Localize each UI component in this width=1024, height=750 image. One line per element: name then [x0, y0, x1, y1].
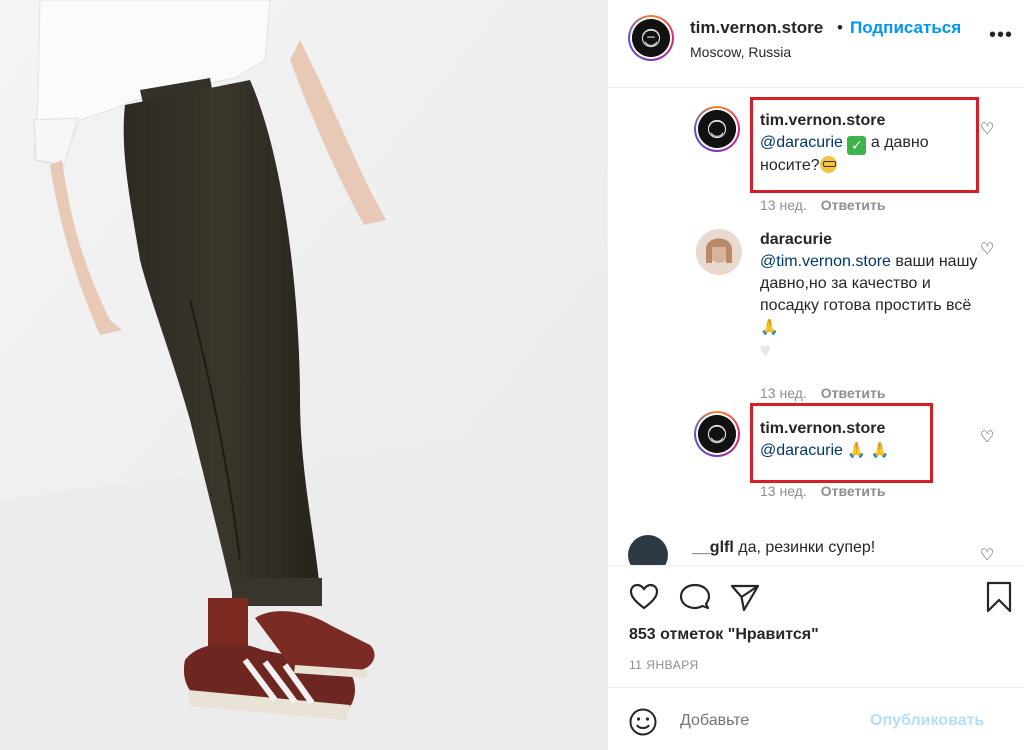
- emoji-smile-icon[interactable]: [628, 707, 658, 737]
- comment-avatar[interactable]: [694, 411, 740, 457]
- follow-button[interactable]: Подписаться: [850, 18, 961, 38]
- comment-text: да, резинки супер!: [738, 539, 876, 556]
- comment-like-icon[interactable]: ♡: [980, 239, 994, 259]
- comment-avatar[interactable]: [696, 229, 742, 275]
- comment-username[interactable]: tim.vernon.store: [760, 418, 980, 440]
- praying-hands-icon: 🙏: [760, 319, 779, 336]
- comment-like-icon[interactable]: ♡: [980, 119, 994, 139]
- more-horizontal-icon[interactable]: •••: [989, 24, 1013, 47]
- likes-count[interactable]: 853 отметок "Нравится": [629, 626, 819, 644]
- author-avatar[interactable]: [628, 15, 674, 61]
- comment-meta: 13 нед. Ответить: [760, 197, 885, 213]
- comment-mention[interactable]: @daracurie: [760, 442, 843, 459]
- comment-username[interactable]: __glfl: [692, 539, 734, 556]
- comment-username[interactable]: tim.vernon.store: [760, 110, 980, 132]
- comment-time: 13 нед.: [760, 197, 807, 213]
- post-location[interactable]: Moscow, Russia: [690, 44, 791, 60]
- comment-meta: 13 нед. Ответить: [760, 483, 885, 499]
- white-heart-icon: ♥: [760, 340, 771, 360]
- post-photo[interactable]: [0, 0, 607, 750]
- comment-input[interactable]: [680, 712, 860, 730]
- comment-icon[interactable]: [679, 581, 711, 613]
- comment-avatar[interactable]: [694, 106, 740, 152]
- post-panel: tim.vernon.store • Подписаться Moscow, R…: [607, 0, 1024, 750]
- comment-body: __glfl да, резинки супер!: [692, 539, 992, 557]
- action-bar: 853 отметок "Нравится" 11 ЯНВАРЯ: [608, 565, 1024, 687]
- comment-text-line2: носите?: [760, 157, 820, 174]
- header-separator: •: [837, 18, 843, 37]
- comment-avatar[interactable]: [628, 535, 668, 565]
- share-icon[interactable]: [729, 581, 761, 613]
- post-photo-illustration: [0, 0, 607, 750]
- praying-hands-icon: 🙏: [847, 442, 867, 459]
- comment-composer: Опубликовать: [608, 687, 1024, 750]
- comment-meta: 13 нед. Ответить: [760, 385, 885, 401]
- comment-body: daracurie @tim.vernon.store ваши нашу да…: [760, 229, 980, 363]
- comment-time: 13 нед.: [760, 385, 807, 401]
- reply-button[interactable]: Ответить: [821, 385, 886, 401]
- post-header: tim.vernon.store • Подписаться Moscow, R…: [608, 0, 1024, 88]
- nerd-emoji-icon: [819, 156, 837, 173]
- post-date: 11 ЯНВАРЯ: [629, 658, 699, 672]
- comment-like-icon[interactable]: ♡: [980, 545, 994, 565]
- bookmark-icon[interactable]: [983, 581, 1015, 613]
- comment-body: tim.vernon.store @daracurie ✓ а давно но…: [760, 110, 980, 177]
- reply-button[interactable]: Ответить: [821, 483, 886, 499]
- comment-mention[interactable]: @daracurie: [760, 134, 843, 151]
- comment-text: а давно: [866, 134, 929, 151]
- comment-mention[interactable]: @tim.vernon.store: [760, 253, 891, 270]
- comment-body: tim.vernon.store @daracurie 🙏 🙏: [760, 418, 980, 462]
- publish-button[interactable]: Опубликовать: [870, 712, 984, 730]
- praying-hands-icon: 🙏: [870, 442, 890, 459]
- heart-icon[interactable]: [628, 581, 660, 613]
- author-username[interactable]: tim.vernon.store: [690, 18, 823, 38]
- comment-time: 13 нед.: [760, 483, 807, 499]
- comment-username[interactable]: daracurie: [760, 229, 980, 251]
- comments-list: tim.vernon.store @daracurie ✓ а давно но…: [608, 89, 1024, 565]
- checkmark-emoji-icon: ✓: [847, 136, 867, 155]
- comment-like-icon[interactable]: ♡: [980, 427, 994, 447]
- reply-button[interactable]: Ответить: [821, 197, 886, 213]
